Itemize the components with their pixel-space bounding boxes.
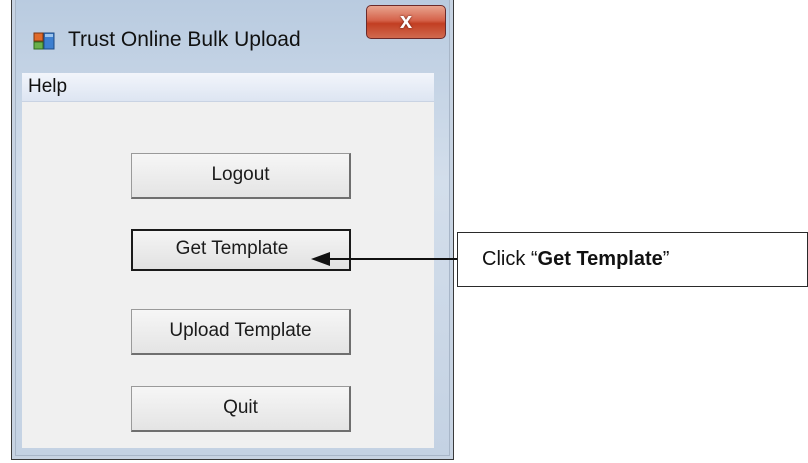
window-title: Trust Online Bulk Upload — [68, 28, 301, 51]
upload-template-button[interactable]: Upload Template — [131, 309, 351, 355]
callout-text: Click “Get Template” — [482, 248, 669, 271]
upload-template-button-label: Upload Template — [169, 320, 312, 341]
title-bar[interactable]: Trust Online Bulk Upload x — [14, 0, 454, 68]
menu-bar: Help — [22, 73, 434, 102]
client-area: Logout Get Template Upload Template Quit — [22, 102, 434, 448]
logout-button[interactable]: Logout — [131, 153, 351, 199]
callout-prefix: Click “ — [482, 248, 538, 270]
menu-item-help[interactable]: Help — [28, 76, 67, 98]
instruction-callout: Click “Get Template” — [457, 232, 808, 287]
callout-suffix: ” — [662, 248, 670, 270]
logout-button-label: Logout — [211, 164, 270, 185]
quit-button-label: Quit — [223, 397, 258, 418]
close-icon: x — [399, 8, 413, 33]
get-template-button[interactable]: Get Template — [131, 229, 351, 271]
form-window-icon — [33, 32, 55, 50]
get-template-button-label: Get Template — [175, 238, 289, 259]
callout-emphasis: Get Template — [537, 248, 663, 270]
quit-button[interactable]: Quit — [131, 386, 351, 432]
close-button[interactable]: x — [366, 5, 446, 39]
